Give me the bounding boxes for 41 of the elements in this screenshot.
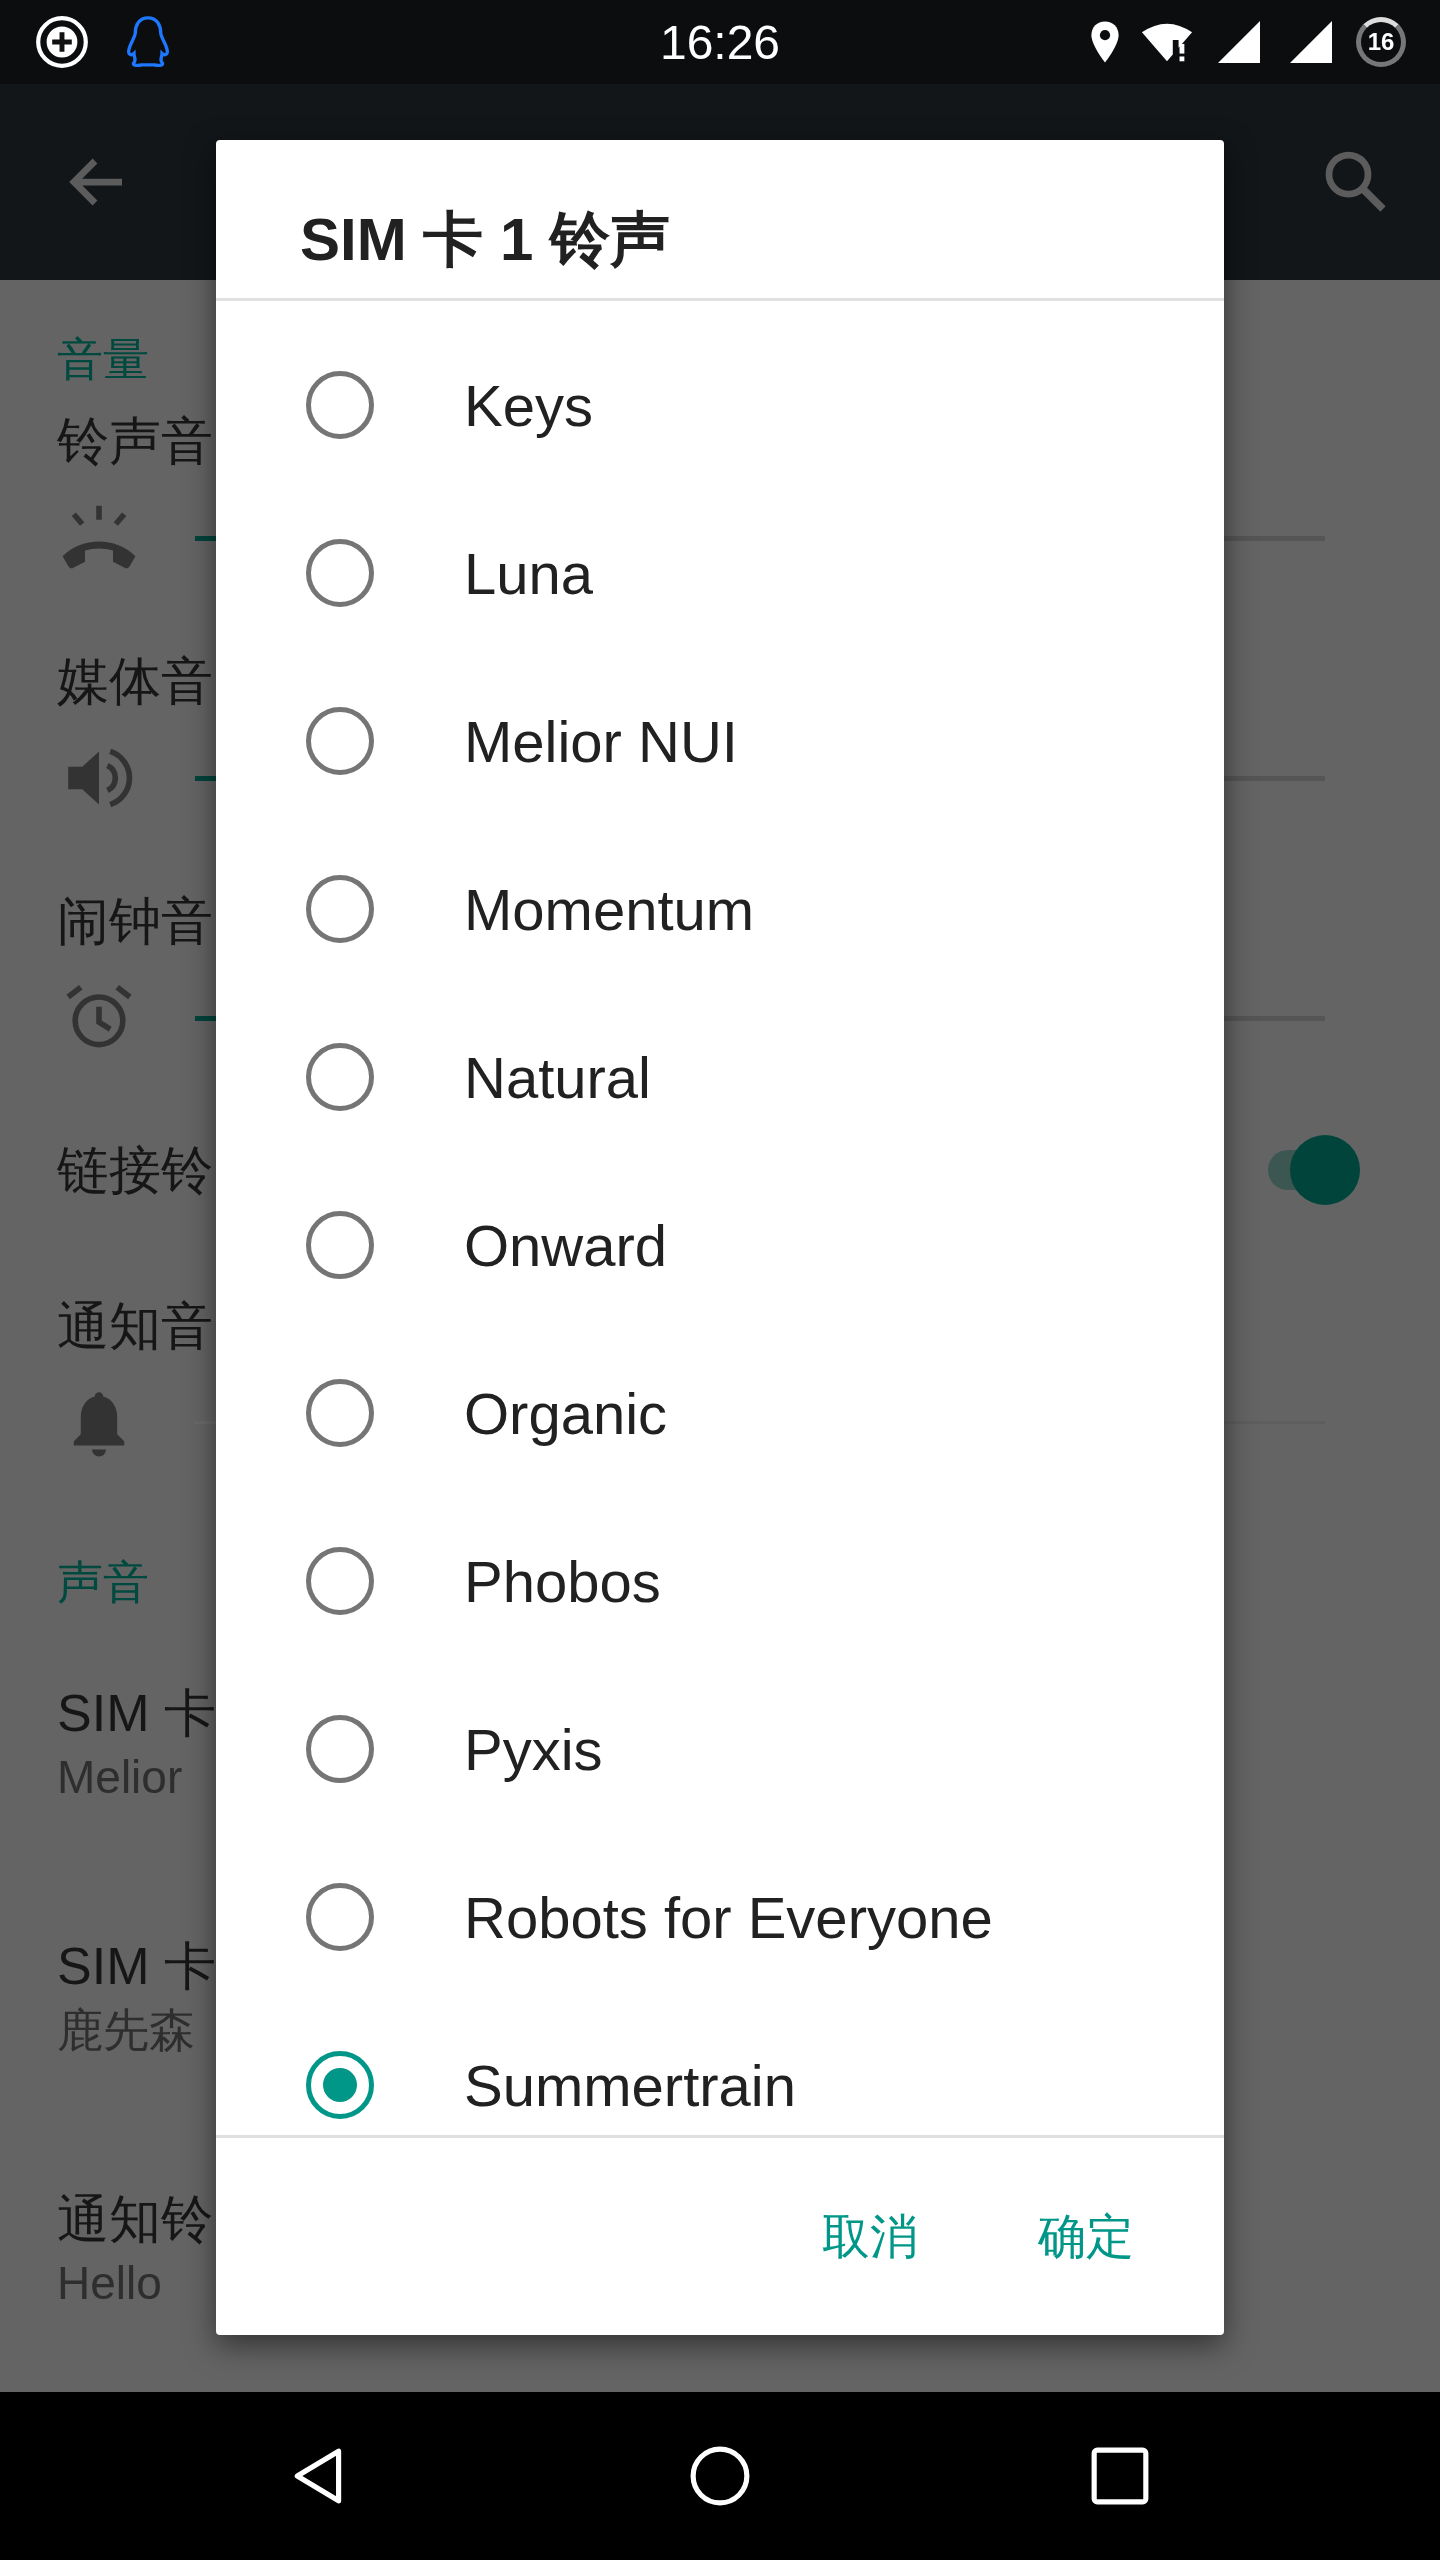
radio-button[interactable] bbox=[306, 875, 374, 943]
setting-title: 链接铃 bbox=[57, 1140, 213, 1202]
ringtone-option[interactable]: Onward bbox=[216, 1161, 1224, 1329]
radio-button[interactable] bbox=[306, 539, 374, 607]
dialog-title: SIM 卡 1 铃声 bbox=[299, 205, 672, 275]
ringtone-option[interactable]: Melior NUI bbox=[216, 657, 1224, 825]
radio-button[interactable] bbox=[306, 707, 374, 775]
setting-title: SIM 卡 bbox=[57, 1936, 216, 1997]
setting-title: 媒体音 bbox=[57, 651, 213, 713]
ringtone-option[interactable]: Natural bbox=[216, 993, 1224, 1161]
radio-button[interactable] bbox=[306, 1547, 374, 1615]
ringtone-option[interactable]: Robots for Everyone bbox=[216, 1833, 1224, 2001]
ringtone-option[interactable]: Phobos bbox=[216, 1497, 1224, 1665]
clock-time: 16:26 bbox=[659, 14, 781, 70]
wifi-alert-icon bbox=[1140, 21, 1194, 63]
radio-button[interactable] bbox=[306, 1211, 374, 1279]
section-header: 音量 bbox=[57, 331, 149, 387]
radio-button[interactable] bbox=[306, 1043, 374, 1111]
radio-button[interactable] bbox=[306, 1715, 374, 1783]
ringtone-option[interactable]: Keys bbox=[216, 321, 1224, 489]
setting-title: 铃声音 bbox=[57, 411, 213, 473]
battery-ring: 16 bbox=[1356, 17, 1406, 67]
home-circle-icon[interactable] bbox=[689, 2445, 751, 2507]
ringtone-option[interactable]: Summertrain bbox=[216, 2001, 1224, 2135]
ringtone-option[interactable]: Luna bbox=[216, 489, 1224, 657]
recents-square-icon[interactable] bbox=[1089, 2445, 1151, 2507]
radio-button[interactable] bbox=[306, 371, 374, 439]
radio-button[interactable] bbox=[306, 1883, 374, 1951]
dialog-button[interactable]: 取消 bbox=[782, 2184, 958, 2289]
radio-button[interactable] bbox=[306, 1379, 374, 1447]
setting-title: 闹钟音 bbox=[57, 891, 213, 953]
ringtone-option[interactable]: Organic bbox=[216, 1329, 1224, 1497]
ringtone-option[interactable]: Momentum bbox=[216, 825, 1224, 993]
dialog-button[interactable]: 确定 bbox=[998, 2184, 1174, 2289]
add-circle-icon bbox=[34, 14, 90, 70]
setting-title: 通知铃 bbox=[57, 2189, 213, 2250]
section-header: 声音 bbox=[57, 1555, 149, 1611]
ringtone-option[interactable]: Pyxis bbox=[216, 1665, 1224, 1833]
setting-title: 通知音 bbox=[57, 1295, 213, 1357]
setting-title: SIM 卡 bbox=[57, 1683, 216, 1744]
radio-button[interactable] bbox=[306, 2051, 374, 2119]
